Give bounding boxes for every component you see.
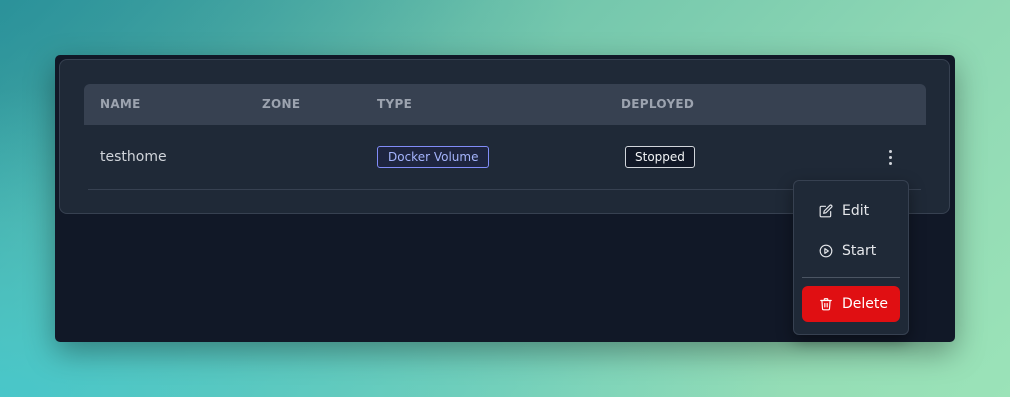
menu-item-edit[interactable]: Edit xyxy=(802,194,900,228)
app-window: NAME ZONE TYPE DEPLOYED testhome Docker … xyxy=(55,55,955,342)
row-actions-button[interactable] xyxy=(880,146,900,168)
menu-item-label: Delete xyxy=(842,296,888,312)
kebab-dot-icon xyxy=(888,155,892,159)
kebab-dot-icon xyxy=(888,161,892,165)
menu-divider xyxy=(802,277,900,278)
table-header: NAME ZONE TYPE DEPLOYED xyxy=(84,84,926,125)
type-badge: Docker Volume xyxy=(377,146,490,168)
status-badge: Stopped xyxy=(625,146,695,168)
menu-item-label: Edit xyxy=(842,203,870,219)
column-header-zone: ZONE xyxy=(262,97,301,111)
play-circle-icon xyxy=(819,244,833,258)
menu-item-label: Start xyxy=(842,243,877,259)
trash-icon xyxy=(820,298,832,311)
menu-item-delete[interactable]: Delete xyxy=(802,286,900,322)
row-actions-menu: Edit Start Delete xyxy=(793,180,909,335)
column-header-name: NAME xyxy=(100,97,141,111)
column-header-type: TYPE xyxy=(377,97,413,111)
edit-icon xyxy=(819,204,833,218)
volume-name: testhome xyxy=(100,149,167,165)
column-header-deployed: DEPLOYED xyxy=(621,97,695,111)
menu-item-start[interactable]: Start xyxy=(802,234,900,268)
kebab-dot-icon xyxy=(888,149,892,153)
